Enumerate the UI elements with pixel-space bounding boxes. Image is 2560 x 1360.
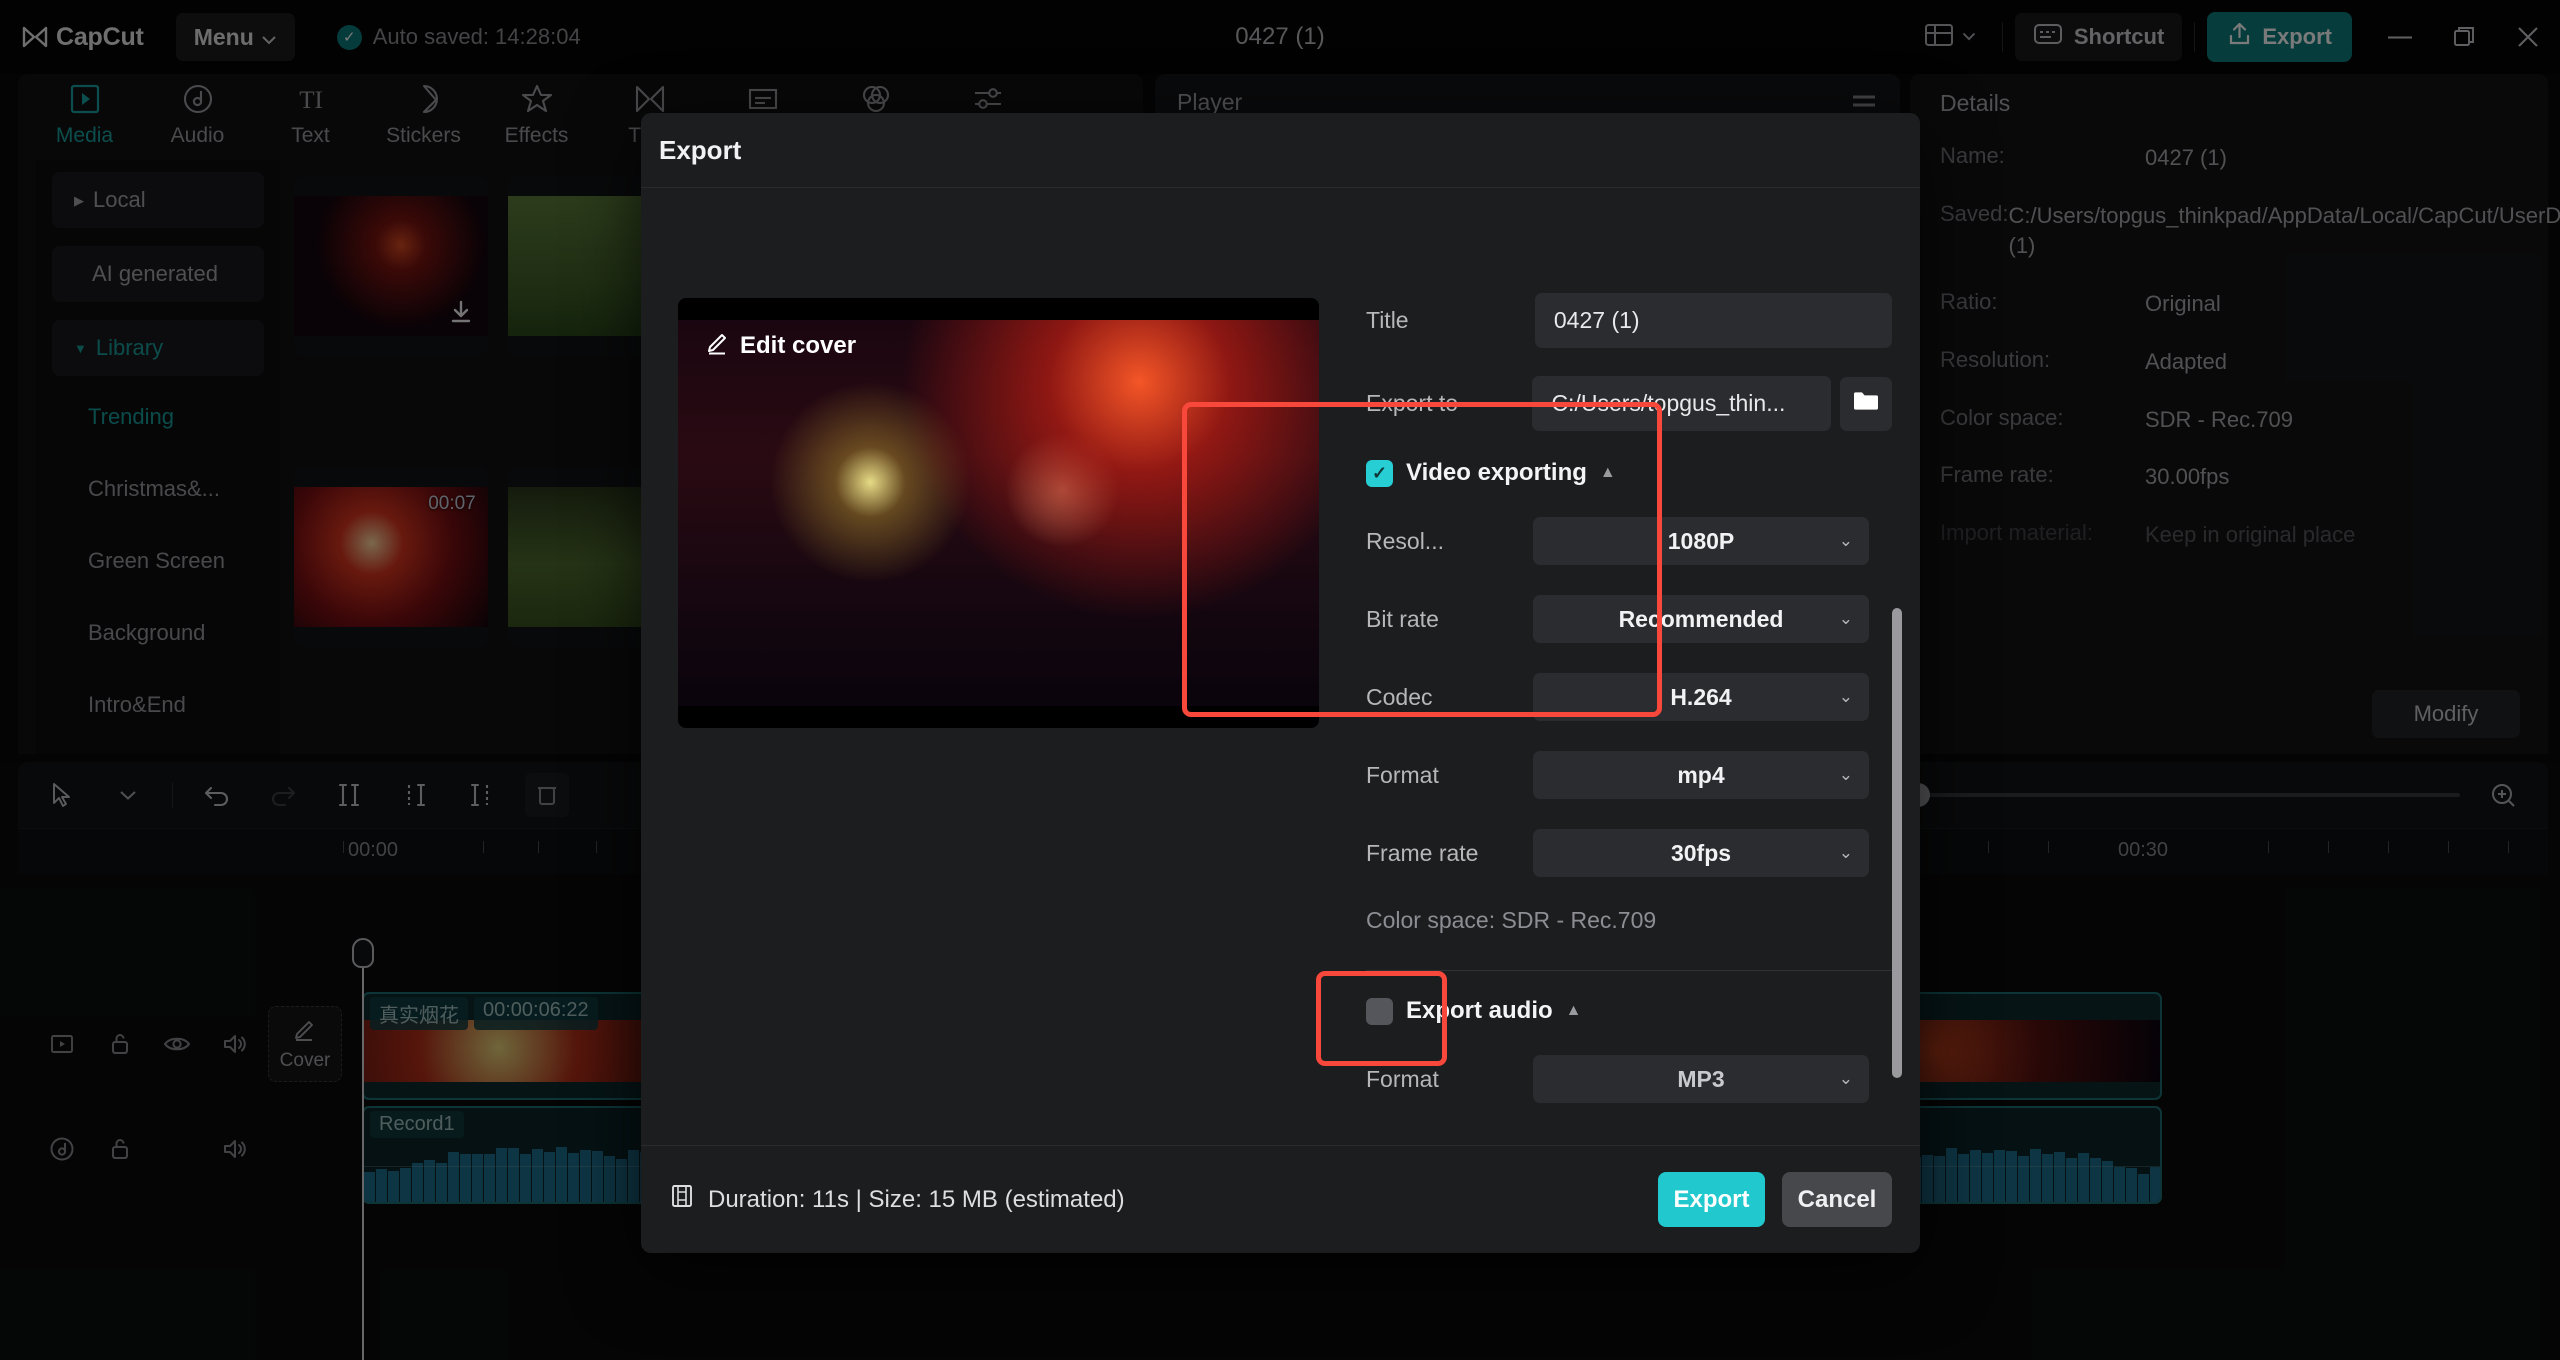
cover-image [678,320,1319,706]
export-to-value: C:/Users/topgus_thin... [1551,390,1785,417]
format-label: Format [1366,762,1533,789]
export-to-label: Export to [1366,390,1532,417]
export-dialog: Export Edit cover Title 0427 (1) [641,113,1920,1253]
dialog-cancel-label: Cancel [1798,1186,1877,1214]
folder-icon [1852,389,1880,418]
dialog-cancel-button[interactable]: Cancel [1782,1172,1892,1227]
audio-format-row: Format MP3 ⌄ [1366,1055,1892,1103]
bitrate-value: Recommended [1619,606,1784,633]
export-to-row: Export to C:/Users/topgus_thin... [1366,376,1892,431]
framerate-select[interactable]: 30fps ⌄ [1533,829,1869,877]
bitrate-row: Bit rate Recommended ⌄ [1366,595,1892,643]
export-dialog-footer: Duration: 11s | Size: 15 MB (estimated) … [641,1145,1920,1253]
chevron-down-icon: ⌄ [1839,765,1853,785]
export-dialog-header: Export [641,113,1920,188]
video-exporting-section-header[interactable]: ✓ Video exporting ▲ [1366,459,1892,487]
export-form: Title 0427 (1) Export to C:/Users/topgus… [1366,293,1892,1103]
chevron-down-icon: ⌄ [1839,1069,1853,1089]
format-row: Format mp4 ⌄ [1366,751,1892,799]
resolution-select[interactable]: 1080P ⌄ [1533,517,1869,565]
title-input-value: 0427 (1) [1554,307,1640,334]
cover-preview[interactable]: Edit cover [678,298,1319,728]
video-exporting-checkbox[interactable]: ✓ [1366,460,1393,487]
chevron-down-icon: ⌄ [1839,843,1853,863]
dialog-export-button[interactable]: Export [1658,1172,1765,1227]
framerate-label: Frame rate [1366,840,1533,867]
bitrate-select[interactable]: Recommended ⌄ [1533,595,1869,643]
export-audio-checkbox[interactable] [1366,998,1393,1025]
dialog-export-label: Export [1673,1186,1749,1214]
audio-format-value: MP3 [1677,1066,1724,1093]
caret-up-icon[interactable]: ▲ [1566,1002,1582,1020]
framerate-row: Frame rate 30fps ⌄ [1366,829,1892,877]
duration-size-text: Duration: 11s | Size: 15 MB (estimated) [708,1186,1125,1214]
color-space-note: Color space: SDR - Rec.709 [1366,907,1892,934]
settings-scrollbar[interactable] [1892,608,1902,1078]
chevron-down-icon: ⌄ [1839,609,1853,629]
chevron-down-icon: ⌄ [1839,687,1853,707]
audio-format-select[interactable]: MP3 ⌄ [1533,1055,1869,1103]
audio-format-label: Format [1366,1066,1533,1093]
resolution-label: Resol... [1366,528,1533,555]
browse-folder-button[interactable] [1840,377,1892,431]
codec-row: Codec H.264 ⌄ [1366,673,1892,721]
export-audio-label: Export audio [1406,997,1553,1025]
resolution-value: 1080P [1668,528,1735,555]
duration-size-info: Duration: 11s | Size: 15 MB (estimated) [669,1183,1125,1216]
export-audio-section-header[interactable]: Export audio ▲ [1366,997,1892,1025]
codec-value: H.264 [1670,684,1731,711]
caret-up-icon[interactable]: ▲ [1600,464,1616,482]
edit-cover-button[interactable]: Edit cover [706,330,856,362]
export-dialog-title: Export [659,135,741,166]
edit-cover-label: Edit cover [740,332,856,360]
title-field-row: Title 0427 (1) [1366,293,1892,348]
bitrate-label: Bit rate [1366,606,1533,633]
format-select[interactable]: mp4 ⌄ [1533,751,1869,799]
film-strip-icon [669,1183,695,1216]
codec-label: Codec [1366,684,1533,711]
capcut-window: CapCut Menu ✓ Auto saved: 14:28:04 0427 … [0,0,2560,1360]
codec-select[interactable]: H.264 ⌄ [1533,673,1869,721]
export-to-input[interactable]: C:/Users/topgus_thin... [1532,376,1830,431]
title-input[interactable]: 0427 (1) [1535,293,1892,348]
resolution-row: Resol... 1080P ⌄ [1366,517,1892,565]
dialog-action-buttons: Export Cancel [1658,1172,1892,1227]
pencil-edit-icon [706,330,731,362]
format-value: mp4 [1677,762,1724,789]
divider [1366,970,1893,971]
export-dialog-body: Edit cover Title 0427 (1) Export to C:/U… [641,188,1920,1145]
framerate-value: 30fps [1671,840,1731,867]
chevron-down-icon: ⌄ [1839,531,1853,551]
title-field-label: Title [1366,307,1535,334]
video-exporting-label: Video exporting [1406,459,1587,487]
